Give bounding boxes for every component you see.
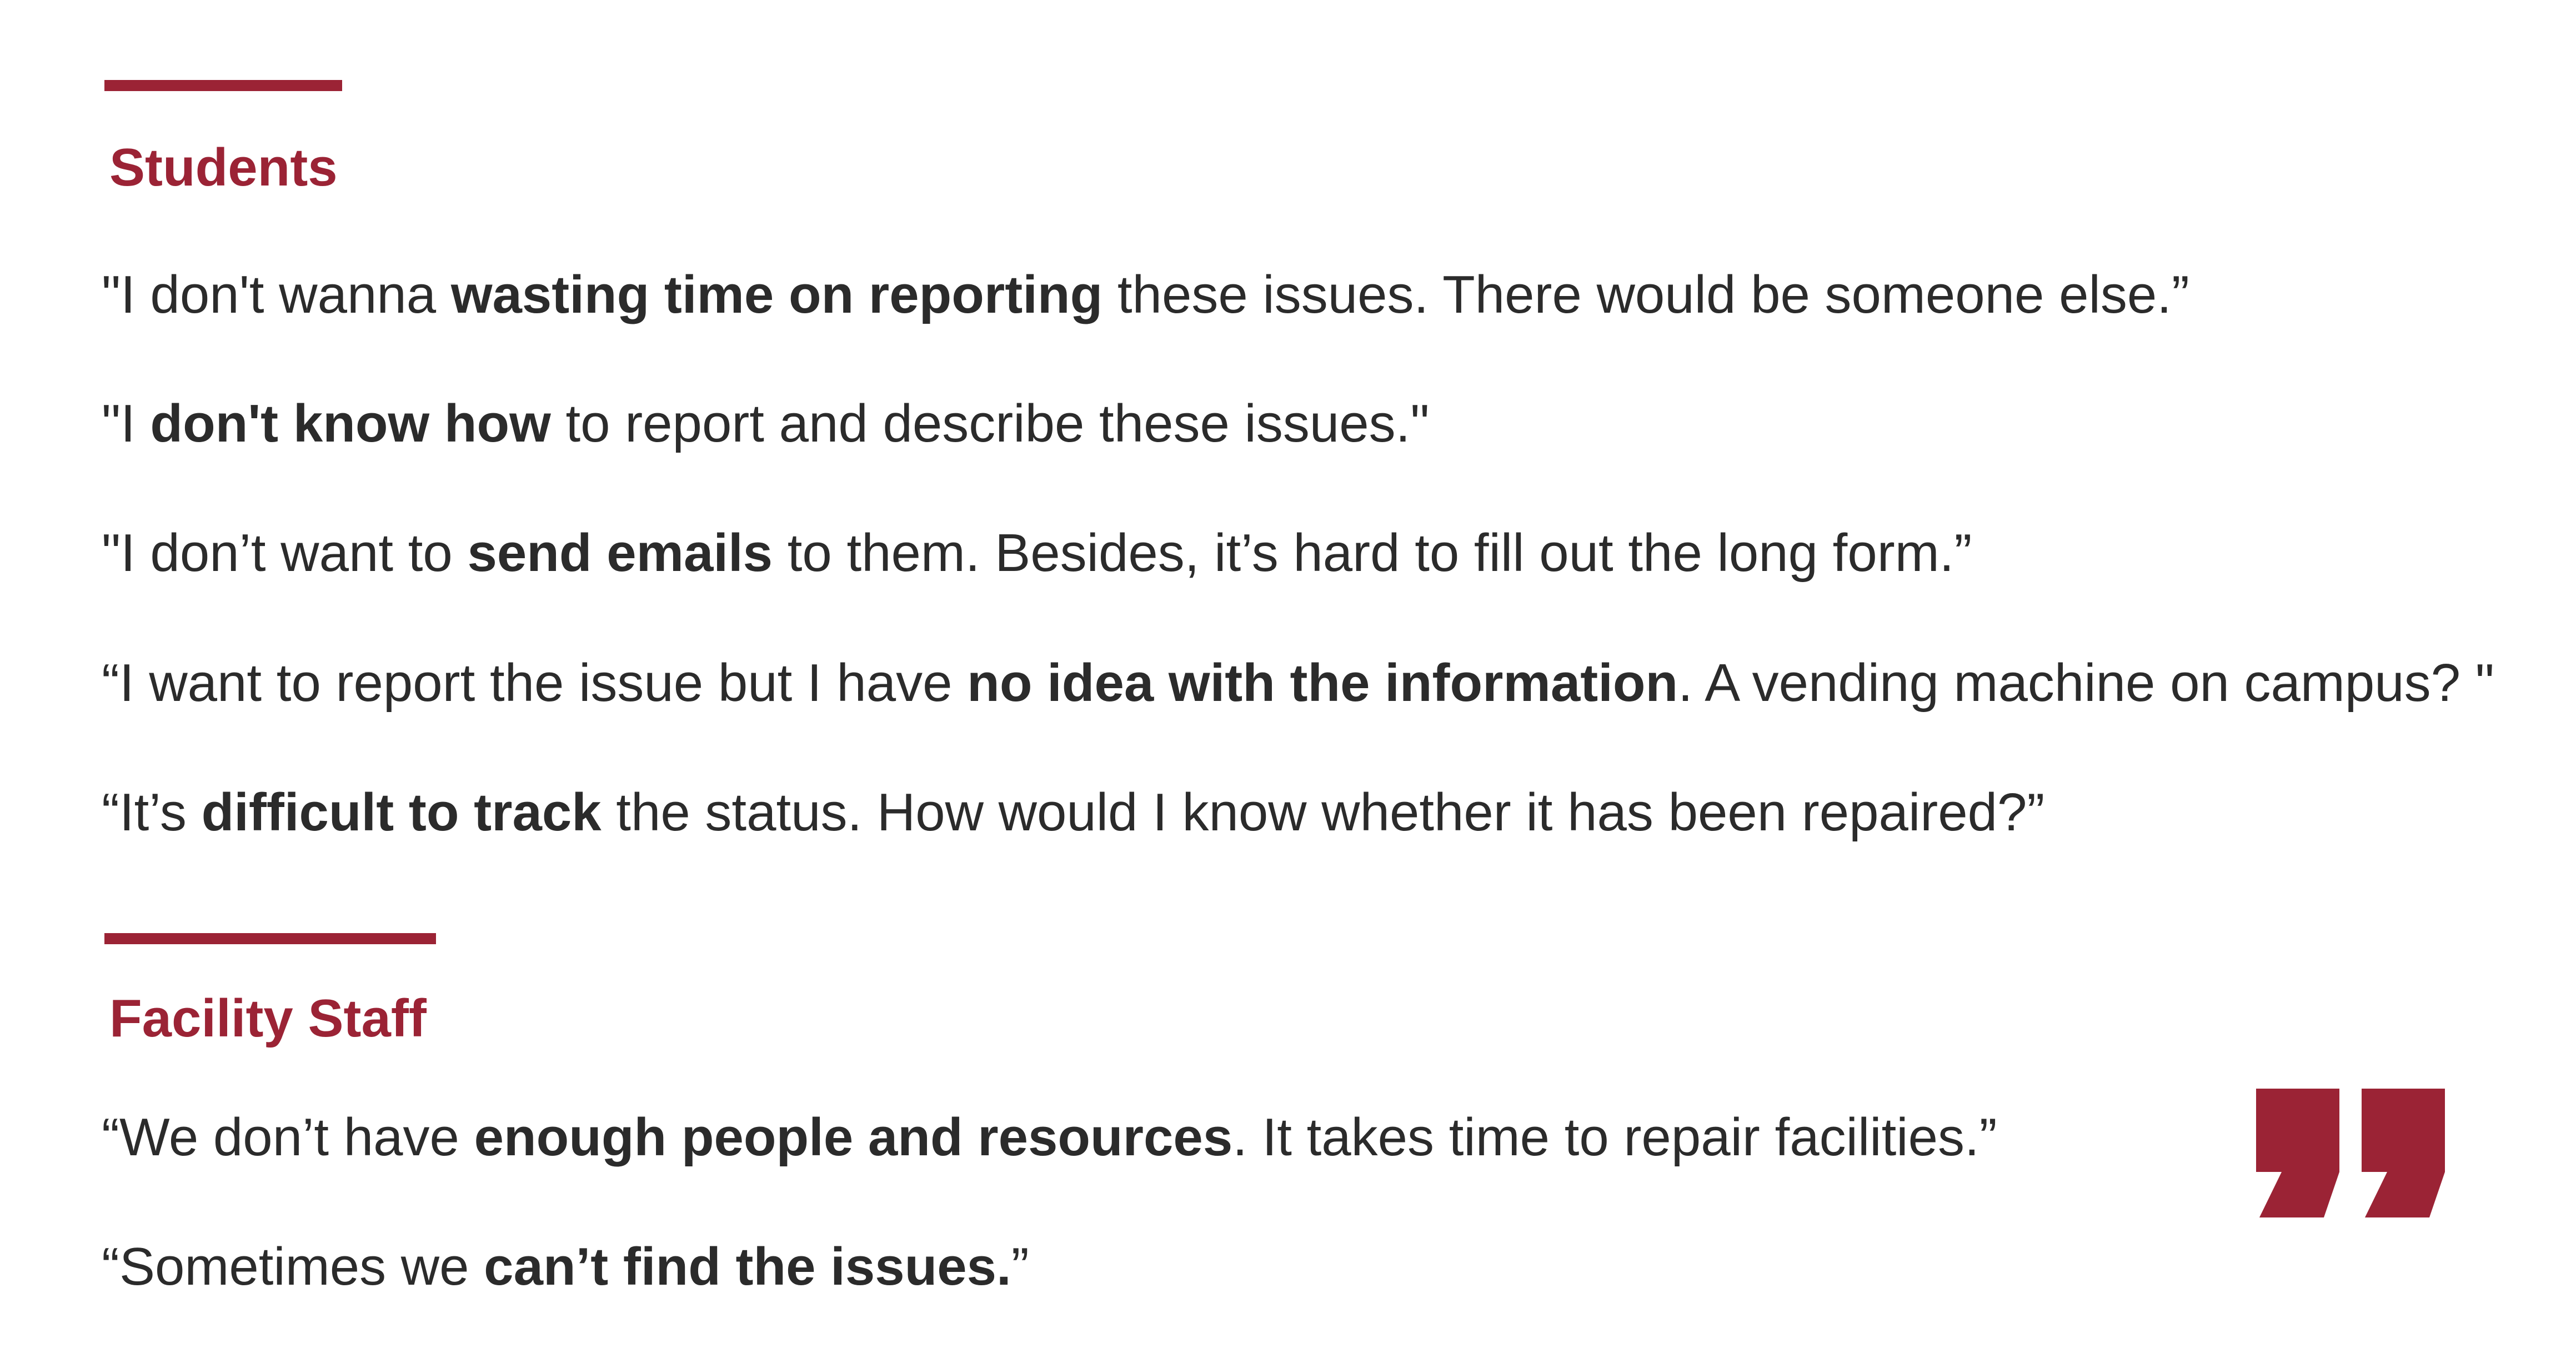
quote-text: “We don’t have [102,1108,474,1167]
quote-text: . A vending machine on campus? " [1678,653,2494,713]
quote-emphasis: enough people and resources [474,1108,1233,1167]
quote-text: to them. Besides, it’s hard to fill out … [773,523,1972,583]
quote-text: “It’s [102,783,202,842]
quote-text: “I want to report the issue but I have [102,653,968,713]
quote-text: the status. How would I know whether it … [601,783,2045,842]
facility-staff-quote-2: “Sometimes we can’t find the issues.” [102,1240,1029,1294]
closing-quote-icon [2256,1089,2445,1217]
quote-emphasis: don't know how [150,394,551,453]
students-quote-1: "I don't wanna wasting time on reporting… [102,268,2189,322]
facility-staff-section-title: Facility Staff [109,989,427,1048]
students-quote-5: “It’s difficult to track the status. How… [102,786,2044,839]
quote-text: these issues. There would be someone els… [1102,265,2189,324]
quote-text: to report and describe these issues." [550,394,1430,453]
students-quote-3: "I don’t want to send emails to them. Be… [102,527,1972,580]
students-section-title: Students [109,138,338,197]
students-section-rule [104,80,342,91]
quote-emphasis: difficult to track [201,783,602,842]
quote-text: "I don't wanna [102,265,451,324]
quote-text: "I [102,394,151,453]
quote-emphasis: wasting time on reporting [450,265,1103,324]
quote-text: “Sometimes we [102,1237,484,1296]
quote-text: . It takes time to repair facilities.” [1232,1108,1997,1167]
quote-emphasis: no idea with the information [967,653,1678,713]
quote-text: ” [1011,1237,1029,1296]
students-quote-2: "I don't know how to report and describe… [102,397,1429,450]
facility-staff-section-rule [104,933,436,944]
quote-text: "I don’t want to [102,523,468,583]
facility-staff-quote-1: “We don’t have enough people and resourc… [102,1111,1997,1164]
quote-emphasis: can’t find the issues. [484,1237,1011,1296]
quote-emphasis: send emails [467,523,773,583]
students-quote-4: “I want to report the issue but I have n… [102,657,2494,710]
